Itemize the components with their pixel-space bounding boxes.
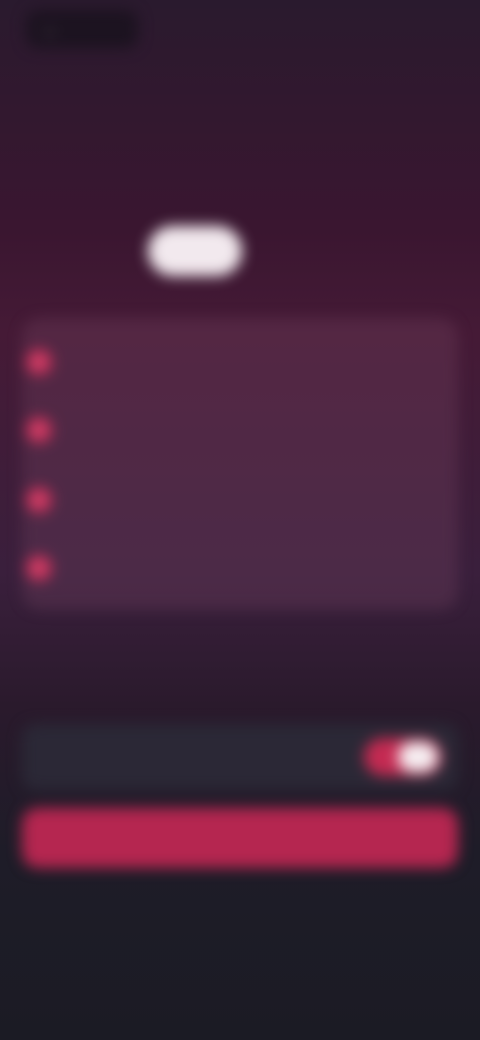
subscribe-button[interactable] [22,808,458,868]
toggle-knob [398,742,438,772]
check-icon: ✓ [26,349,52,375]
free-trial-row[interactable] [22,724,458,790]
feature-item: ✓ [26,410,454,450]
feature-item: ✓ [26,480,454,520]
check-icon: ✓ [26,555,52,581]
feature-item: ✓ [26,548,454,588]
check-icon: ✓ [26,417,52,443]
feature-item: ✓ [26,342,454,382]
check-icon: ✓ [26,487,52,513]
price-badge [148,226,242,276]
top-bar: ← [0,0,480,64]
price-row [148,226,258,276]
paywall-screen: ← ✓ ✓ ✓ ✓ [0,0,480,1040]
arrow-left-icon: ← [42,18,60,39]
back-button[interactable]: ← [26,10,138,48]
free-trial-toggle[interactable] [364,738,442,776]
